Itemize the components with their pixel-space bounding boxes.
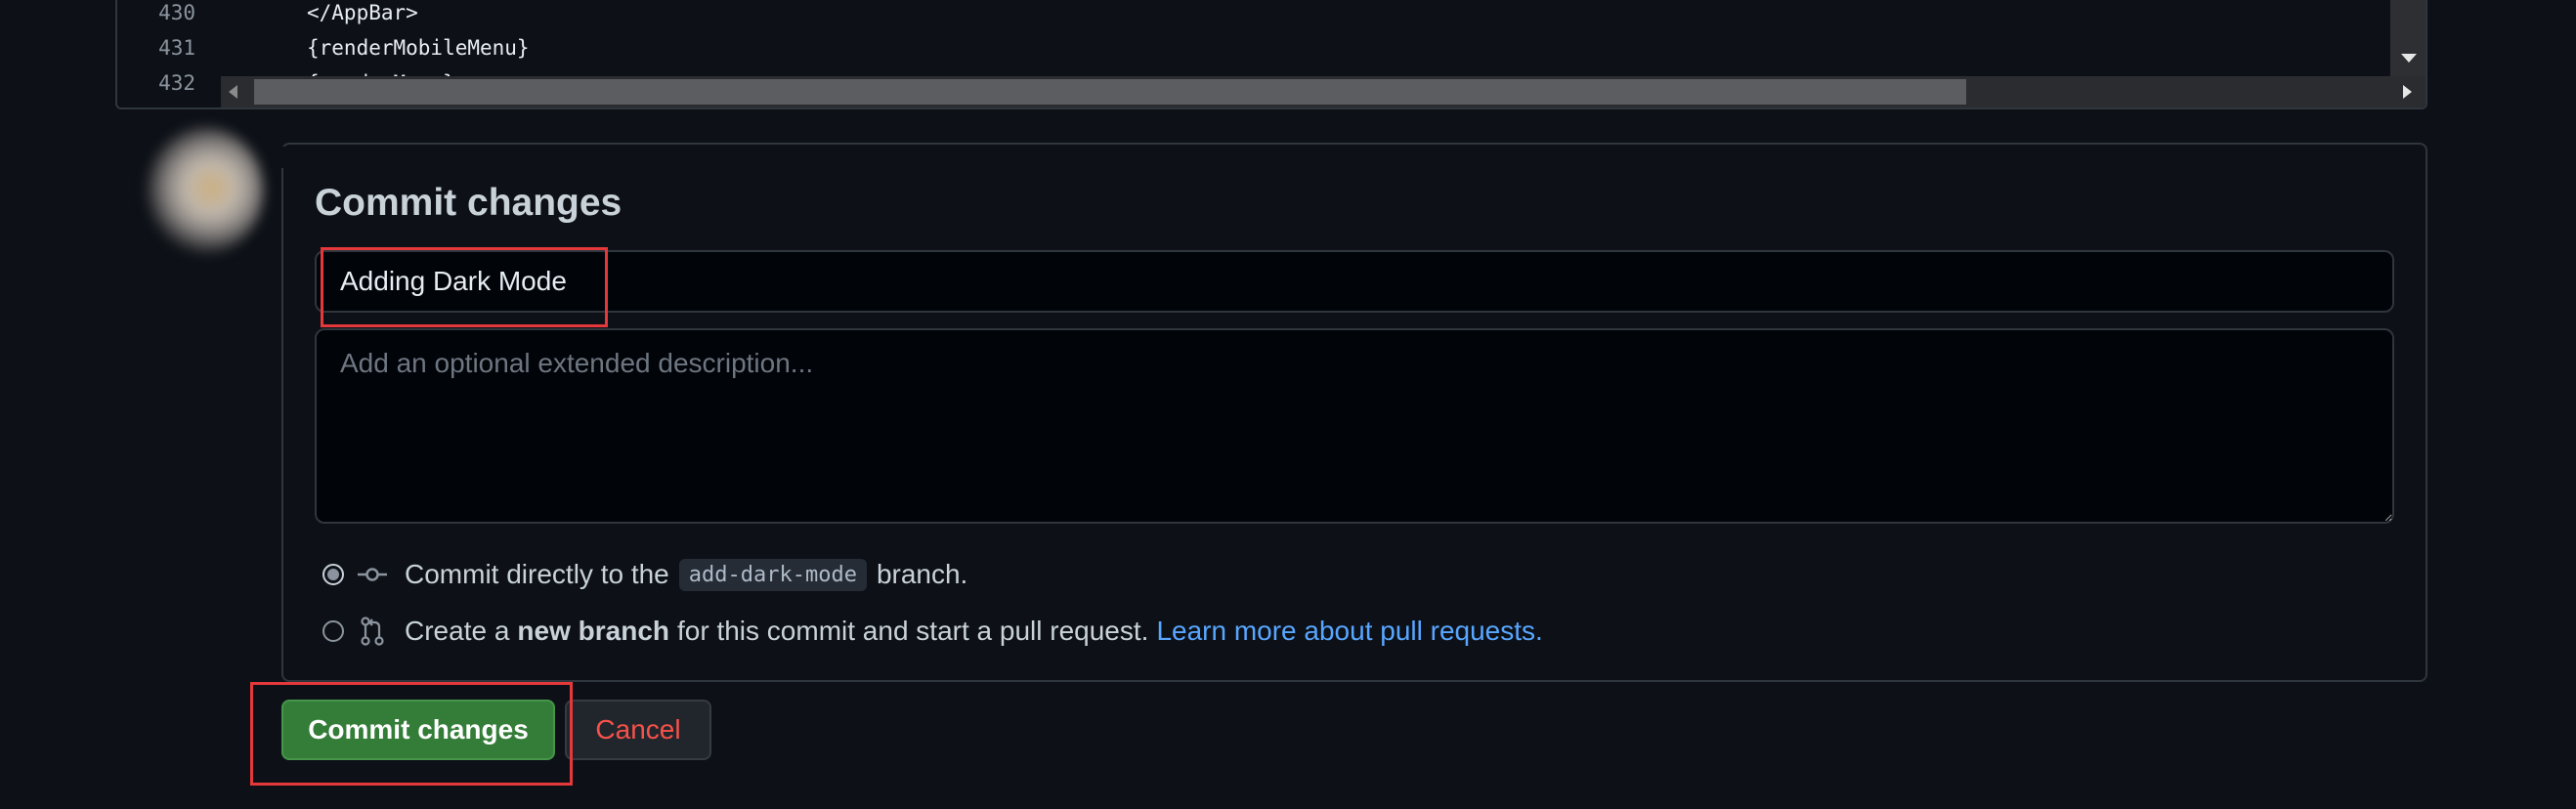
scroll-left-arrow-icon[interactable]: [229, 85, 237, 99]
new-branch-suffix: for this commit and start a pull request…: [677, 616, 1149, 646]
new-branch-radio[interactable]: [322, 620, 344, 642]
git-commit-icon: [358, 560, 387, 589]
new-branch-prefix: Create a: [405, 616, 510, 646]
cancel-button[interactable]: Cancel: [565, 700, 711, 760]
new-branch-option[interactable]: Create a new branch for this commit and …: [322, 612, 1543, 651]
code-line: 430 </AppBar>: [117, 0, 2426, 29]
commit-direct-radio[interactable]: [322, 564, 344, 585]
panel-pointer: [270, 147, 285, 168]
scroll-down-arrow-icon[interactable]: [2401, 54, 2417, 63]
line-number: 431: [158, 36, 195, 60]
commit-panel-title: Commit changes: [315, 182, 623, 224]
code-text: </AppBar>: [307, 1, 418, 24]
git-pull-request-icon: [358, 617, 387, 646]
commit-changes-button[interactable]: Commit changes: [281, 700, 555, 760]
code-text: {renderMobileMenu}: [307, 36, 530, 60]
line-number: 432: [158, 71, 195, 95]
code-line: 431 {renderMobileMenu}: [117, 31, 2426, 64]
learn-more-link[interactable]: Learn more about pull requests.: [1156, 616, 1542, 647]
code-editor[interactable]: 430 </AppBar> 431 {renderMobileMenu} 432…: [115, 0, 2427, 109]
commit-direct-option[interactable]: Commit directly to the add-dark-mode bra…: [322, 555, 967, 594]
scroll-right-arrow-icon[interactable]: [2403, 85, 2412, 99]
line-number: 430: [158, 1, 195, 24]
commit-direct-suffix: branch.: [876, 559, 968, 589]
commit-direct-text: Commit directly to the: [405, 559, 669, 589]
new-branch-bold: new branch: [517, 616, 669, 646]
branch-name: add-dark-mode: [678, 558, 867, 591]
commit-description-textarea[interactable]: [315, 328, 2394, 524]
horizontal-scrollbar-thumb[interactable]: [254, 79, 1966, 105]
commit-summary-input[interactable]: [315, 250, 2394, 313]
avatar: [147, 127, 264, 254]
horizontal-scrollbar[interactable]: [221, 76, 2426, 107]
vertical-scrollbar[interactable]: [2390, 0, 2426, 78]
